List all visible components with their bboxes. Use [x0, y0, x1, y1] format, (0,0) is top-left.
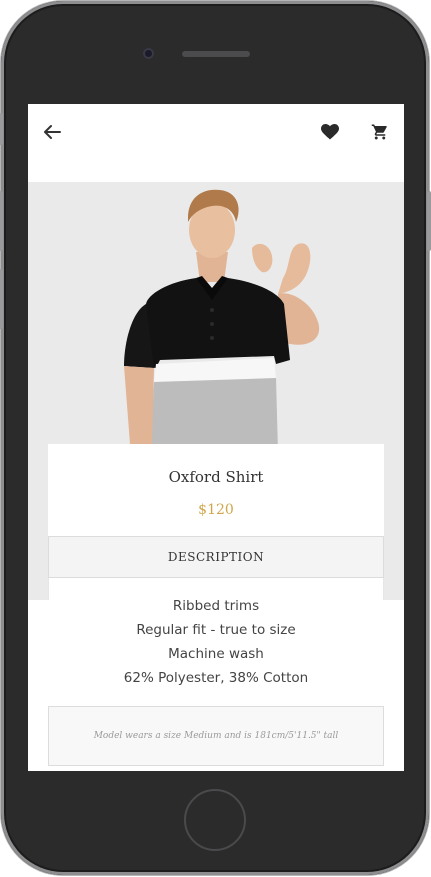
app-screen: Oxford Shirt $120 DESCRIPTION Ribbed tri… — [28, 104, 404, 771]
earpiece-speaker — [182, 51, 250, 57]
power-button — [427, 191, 431, 251]
favorite-button[interactable] — [316, 118, 344, 146]
mute-switch — [0, 113, 3, 145]
size-note: Model wears a size Medium and is 181cm/5… — [48, 706, 384, 766]
cart-button[interactable] — [366, 118, 394, 146]
app-header — [28, 104, 404, 182]
stage: Oxford Shirt $120 DESCRIPTION Ribbed tri… — [0, 0, 431, 877]
heart-icon — [321, 124, 339, 140]
product-price: $120 — [198, 502, 234, 518]
list-item: Machine wash — [168, 646, 264, 662]
tab-description[interactable]: DESCRIPTION — [48, 536, 384, 578]
front-camera — [143, 48, 154, 59]
product-info-card: Oxford Shirt $120 — [48, 444, 384, 536]
list-item: Regular fit - true to size — [136, 622, 296, 638]
list-item: Ribbed trims — [172, 598, 260, 614]
home-button[interactable] — [184, 789, 246, 851]
description-list: Ribbed trims Regular fit - true to size … — [28, 594, 404, 690]
volume-down-button — [0, 269, 3, 329]
product-name: Oxford Shirt — [168, 468, 264, 486]
shopping-cart-icon — [371, 124, 387, 140]
volume-up-button — [0, 191, 3, 251]
back-button[interactable] — [38, 118, 66, 146]
arrow-left-icon — [44, 125, 61, 139]
list-item: 62% Polyester, 38% Cotton — [123, 670, 309, 686]
